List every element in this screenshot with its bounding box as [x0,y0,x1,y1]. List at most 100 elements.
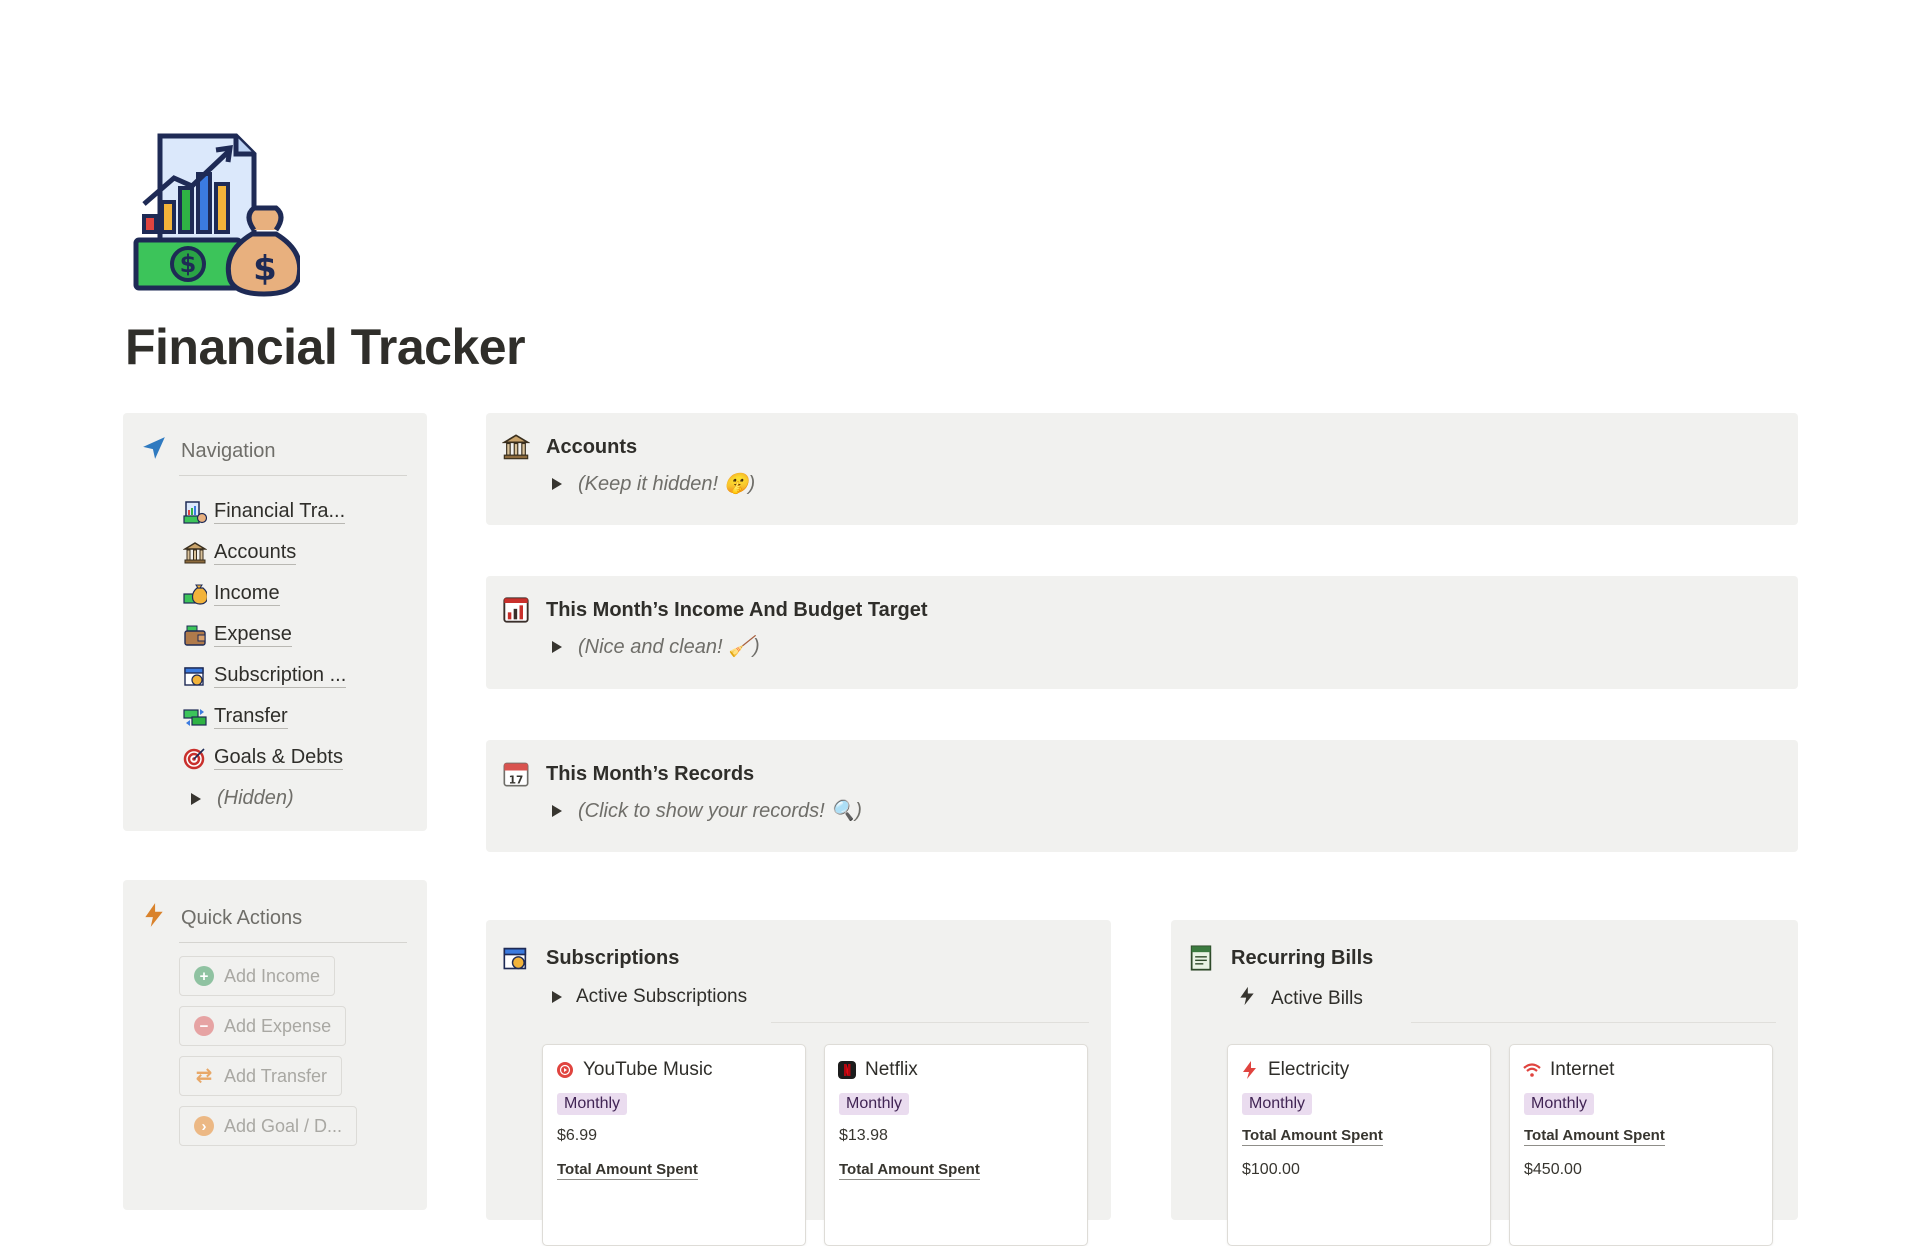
navigation-header-label: Navigation [181,439,276,462]
subscription-card-netflix[interactable]: Netflix Monthly $13.98 Total Amount Spen… [824,1044,1088,1246]
toggle-triangle-icon [552,991,562,1003]
toggle-triangle-icon [191,792,201,805]
card-name: YouTube Music [583,1059,713,1080]
plus-icon: + [194,966,214,986]
nav-item-label: Subscription ... [214,663,347,688]
view-label: Active Subscriptions [576,986,748,1007]
nav-item-goals-debts[interactable]: Goals & Debts [183,737,346,778]
wallet-icon [183,623,207,647]
add-goal-debt-button[interactable]: › Add Goal / D... [179,1106,358,1146]
nav-item-financial-tracker[interactable]: Financial Tra... [183,491,346,532]
frequency-tag: Monthly [839,1093,910,1115]
bill-card-electricity[interactable]: Electricity Monthly Total Amount Spent $… [1227,1044,1491,1246]
svg-text:17: 17 [509,774,524,786]
lightning-icon [1237,986,1257,1012]
nav-item-accounts[interactable]: Accounts [182,532,346,573]
page-title: Financial Tracker [125,319,526,375]
total-amount-label: Total Amount Spent [839,1161,980,1180]
active-bills-view-tab[interactable]: Active Bills [1237,986,1363,1012]
card-title: Netflix [837,1059,918,1081]
quick-actions-header-label: Quick Actions [181,906,303,929]
navigation-arrow-icon [141,435,167,467]
price: $13.98 [839,1127,888,1144]
card-title: Electricity [1240,1059,1349,1081]
toggle-label: (Keep it hidden! 🤫) [578,473,756,495]
total-amount-label: Total Amount Spent [557,1161,698,1180]
income-budget-callout: This Month’s Income And Budget Target (N… [486,576,1798,689]
add-transfer-button[interactable]: ⇄ Add Transfer [179,1056,343,1096]
panel-title: Subscriptions [546,946,680,969]
minus-icon: − [194,1016,214,1036]
lightning-icon [1240,1060,1260,1080]
svg-text:$: $ [253,249,277,289]
divider [179,475,407,476]
nav-item-label: Goals & Debts [214,745,343,770]
quick-actions-header: Quick Actions [141,902,302,934]
hidden-toggle[interactable]: (Hidden) [183,778,346,819]
frequency-tag: Monthly [1524,1093,1595,1115]
records-callout-header: 17 This Month’s Records [502,760,754,788]
callout-title: This Month’s Income And Budget Target [546,598,928,621]
callout-title: This Month’s Records [546,762,755,785]
quick-actions-panel: Quick Actions + Add Income − Add Expense… [123,880,427,1210]
money-transfer-icon [183,705,207,729]
chart-money-icon [183,500,208,524]
youtube-music-icon [555,1060,575,1080]
income-budget-toggle[interactable]: (Nice and clean! 🧹) [552,634,760,659]
subscriptions-header: Subscriptions [502,944,679,972]
navigation-header: Navigation [141,435,276,467]
nav-item-label: Expense [214,622,292,647]
income-budget-callout-header: This Month’s Income And Budget Target [502,596,927,624]
subscriptions-panel: Subscriptions Active Subscriptions YouTu… [486,920,1111,1246]
subscription-card-youtube-music[interactable]: YouTube Music Monthly $6.99 Total Amount… [542,1044,806,1246]
card-name: Netflix [865,1059,918,1080]
card-title: Internet [1522,1059,1614,1081]
total-amount-value: $450.00 [1524,1161,1582,1178]
arrow-right-icon: › [194,1116,214,1136]
financial-tracker-icon: $ $ [130,130,303,300]
add-income-button[interactable]: + Add Income [179,956,336,996]
hidden-toggle-label: (Hidden) [217,787,294,809]
active-subscriptions-view-tab[interactable]: Active Subscriptions [552,986,747,1008]
total-amount-value: $100.00 [1242,1161,1300,1178]
money-bag-icon [183,582,209,606]
total-amount-label: Total Amount Spent [1524,1127,1665,1146]
accounts-callout: Accounts (Keep it hidden! 🤫) [486,413,1798,525]
calendar-coin-icon [183,664,207,688]
frequency-tag: Monthly [1242,1093,1313,1115]
nav-item-label: Transfer [214,704,288,729]
accounts-toggle[interactable]: (Keep it hidden! 🤫) [552,471,755,496]
bill-card-internet[interactable]: Internet Monthly Total Amount Spent $450… [1509,1044,1773,1246]
calendar-coin-icon [502,944,530,972]
wifi-icon [1522,1060,1542,1080]
toggle-triangle-icon [552,477,562,490]
svg-text:$: $ [180,250,197,278]
nav-item-subscription[interactable]: Subscription ... [183,655,347,696]
button-label: Add Transfer [224,1065,328,1086]
nav-item-label: Income [214,581,280,606]
nav-item-label: Financial Tra... [214,499,346,524]
price: $6.99 [557,1127,598,1144]
navigation-panel: Navigation Financial Tra... Accounts Inc… [123,413,427,831]
nav-item-transfer[interactable]: Transfer [183,696,346,737]
recurring-bills-header: Recurring Bills [1187,944,1373,972]
card-title: YouTube Music [555,1059,713,1081]
card-name: Electricity [1268,1059,1350,1080]
button-label: Add Goal / D... [224,1115,343,1136]
add-expense-button[interactable]: − Add Expense [179,1006,347,1046]
frequency-tag: Monthly [557,1093,628,1115]
nav-item-expense[interactable]: Expense [183,614,346,655]
bills-document-icon [1187,944,1215,972]
nav-item-income[interactable]: Income [183,573,346,614]
records-toggle[interactable]: (Click to show your records! 🔍) [552,798,862,823]
nav-item-label: Accounts [214,540,297,565]
recurring-bills-panel: Recurring Bills Active Bills Electricity… [1171,920,1798,1246]
panel-title: Recurring Bills [1231,946,1374,969]
divider [1411,1022,1776,1023]
transfer-arrows-icon: ⇄ [195,1065,213,1087]
toggle-triangle-icon [552,640,562,653]
netflix-icon [837,1060,857,1080]
button-label: Add Income [224,965,321,986]
toggle-label: (Nice and clean! 🧹) [578,636,760,658]
toggle-triangle-icon [552,804,562,817]
